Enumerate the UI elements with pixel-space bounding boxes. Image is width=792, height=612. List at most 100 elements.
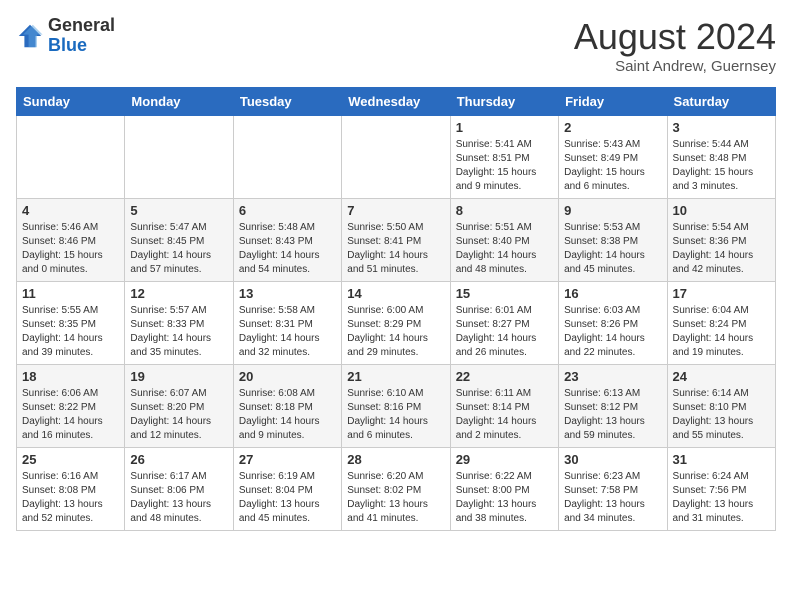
day-info: Sunrise: 6:11 AM Sunset: 8:14 PM Dayligh… [456,387,553,443]
calendar-cell: 12 Sunrise: 5:57 AM Sunset: 8:33 PM Dayli… [125,282,233,365]
location-subtitle: Saint Andrew, Guernsey [574,58,776,75]
day-info: Sunrise: 5:51 AM Sunset: 8:40 PM Dayligh… [456,221,553,277]
day-number: 26 [130,452,227,467]
page-header: General Blue August 2024 Saint Andrew, G… [16,16,776,75]
day-number: 22 [456,369,553,384]
day-info: Sunrise: 6:20 AM Sunset: 8:02 PM Dayligh… [347,470,444,526]
calendar-cell: 3Sunrise: 5:44 AM Sunset: 8:48 PM Daylig… [667,116,775,199]
calendar-cell: 2 Sunrise: 5:43 AM Sunset: 8:49 PM Daylig… [559,116,667,199]
calendar-cell: 5 Sunrise: 5:47 AM Sunset: 8:45 PM Daylig… [125,199,233,282]
logo-general: General [48,16,115,36]
day-number: 21 [347,369,444,384]
calendar-cell: 25 Sunrise: 6:16 AM Sunset: 8:08 PM Dayli… [17,448,125,531]
weekday-header: Tuesday [233,88,341,116]
calendar-cell: 9 Sunrise: 5:53 AM Sunset: 8:38 PM Daylig… [559,199,667,282]
calendar-cell: 14Sunrise: 6:00 AM Sunset: 8:29 PM Dayli… [342,282,450,365]
day-number: 10 [673,203,770,218]
day-number: 19 [130,369,227,384]
calendar-cell: 4 Sunrise: 5:46 AM Sunset: 8:46 PM Daylig… [17,199,125,282]
day-number: 11 [22,286,119,301]
calendar-cell: 10 Sunrise: 5:54 AM Sunset: 8:36 PM Dayli… [667,199,775,282]
day-info: Sunrise: 6:23 AM Sunset: 7:58 PM Dayligh… [564,470,661,526]
calendar-cell: 8Sunrise: 5:51 AM Sunset: 8:40 PM Daylig… [450,199,558,282]
calendar-cell: 13 Sunrise: 5:58 AM Sunset: 8:31 PM Dayli… [233,282,341,365]
weekday-header: Thursday [450,88,558,116]
calendar-cell: 1Sunrise: 5:41 AM Sunset: 8:51 PM Daylig… [450,116,558,199]
day-number: 29 [456,452,553,467]
day-number: 27 [239,452,336,467]
day-number: 13 [239,286,336,301]
day-number: 20 [239,369,336,384]
day-number: 1 [456,120,553,135]
day-info: Sunrise: 5:58 AM Sunset: 8:31 PM Dayligh… [239,304,336,360]
day-number: 28 [347,452,444,467]
day-number: 23 [564,369,661,384]
logo-text: General Blue [48,16,115,56]
day-info: Sunrise: 5:53 AM Sunset: 8:38 PM Dayligh… [564,221,661,277]
weekday-header: Wednesday [342,88,450,116]
logo-icon [16,22,44,50]
calendar-cell: 21 Sunrise: 6:10 AM Sunset: 8:16 PM Dayli… [342,365,450,448]
calendar-cell [17,116,125,199]
day-info: Sunrise: 6:22 AM Sunset: 8:00 PM Dayligh… [456,470,553,526]
day-number: 9 [564,203,661,218]
day-number: 15 [456,286,553,301]
day-info: Sunrise: 5:46 AM Sunset: 8:46 PM Dayligh… [22,221,119,277]
day-info: Sunrise: 5:43 AM Sunset: 8:49 PM Dayligh… [564,138,661,194]
calendar-week-row: 11 Sunrise: 5:55 AM Sunset: 8:35 PM Dayli… [17,282,776,365]
day-number: 31 [673,452,770,467]
weekday-header: Sunday [17,88,125,116]
calendar-cell: 31 Sunrise: 6:24 AM Sunset: 7:56 PM Dayli… [667,448,775,531]
day-number: 25 [22,452,119,467]
weekday-header: Friday [559,88,667,116]
calendar-cell: 19 Sunrise: 6:07 AM Sunset: 8:20 PM Dayli… [125,365,233,448]
day-info: Sunrise: 6:07 AM Sunset: 8:20 PM Dayligh… [130,387,227,443]
day-info: Sunrise: 6:19 AM Sunset: 8:04 PM Dayligh… [239,470,336,526]
day-info: Sunrise: 6:10 AM Sunset: 8:16 PM Dayligh… [347,387,444,443]
day-info: Sunrise: 5:57 AM Sunset: 8:33 PM Dayligh… [130,304,227,360]
day-info: Sunrise: 6:06 AM Sunset: 8:22 PM Dayligh… [22,387,119,443]
calendar-cell: 15Sunrise: 6:01 AM Sunset: 8:27 PM Dayli… [450,282,558,365]
day-info: Sunrise: 6:00 AM Sunset: 8:29 PM Dayligh… [347,304,444,360]
calendar-week-row: 25 Sunrise: 6:16 AM Sunset: 8:08 PM Dayli… [17,448,776,531]
calendar-cell: 23 Sunrise: 6:13 AM Sunset: 8:12 PM Dayli… [559,365,667,448]
day-info: Sunrise: 6:14 AM Sunset: 8:10 PM Dayligh… [673,387,770,443]
day-number: 12 [130,286,227,301]
day-number: 2 [564,120,661,135]
calendar-cell: 29 Sunrise: 6:22 AM Sunset: 8:00 PM Dayli… [450,448,558,531]
calendar-table: SundayMondayTuesdayWednesdayThursdayFrid… [16,87,776,531]
logo: General Blue [16,16,115,56]
day-number: 7 [347,203,444,218]
calendar-cell: 16Sunrise: 6:03 AM Sunset: 8:26 PM Dayli… [559,282,667,365]
calendar-cell [125,116,233,199]
calendar-cell: 27 Sunrise: 6:19 AM Sunset: 8:04 PM Dayli… [233,448,341,531]
day-info: Sunrise: 6:24 AM Sunset: 7:56 PM Dayligh… [673,470,770,526]
day-number: 5 [130,203,227,218]
day-info: Sunrise: 5:47 AM Sunset: 8:45 PM Dayligh… [130,221,227,277]
day-number: 17 [673,286,770,301]
day-info: Sunrise: 6:13 AM Sunset: 8:12 PM Dayligh… [564,387,661,443]
day-info: Sunrise: 6:08 AM Sunset: 8:18 PM Dayligh… [239,387,336,443]
calendar-cell: 20 Sunrise: 6:08 AM Sunset: 8:18 PM Dayli… [233,365,341,448]
calendar-cell: 22 Sunrise: 6:11 AM Sunset: 8:14 PM Dayli… [450,365,558,448]
calendar-header-row: SundayMondayTuesdayWednesdayThursdayFrid… [17,88,776,116]
day-number: 18 [22,369,119,384]
logo-blue: Blue [48,36,115,56]
calendar-cell: 17 Sunrise: 6:04 AM Sunset: 8:24 PM Dayli… [667,282,775,365]
calendar-week-row: 18 Sunrise: 6:06 AM Sunset: 8:22 PM Dayli… [17,365,776,448]
weekday-header: Monday [125,88,233,116]
calendar-cell: 26 Sunrise: 6:17 AM Sunset: 8:06 PM Dayli… [125,448,233,531]
day-info: Sunrise: 6:04 AM Sunset: 8:24 PM Dayligh… [673,304,770,360]
calendar-cell: 7Sunrise: 5:50 AM Sunset: 8:41 PM Daylig… [342,199,450,282]
day-info: Sunrise: 6:03 AM Sunset: 8:26 PM Dayligh… [564,304,661,360]
day-info: Sunrise: 5:55 AM Sunset: 8:35 PM Dayligh… [22,304,119,360]
day-number: 3 [673,120,770,135]
day-info: Sunrise: 5:48 AM Sunset: 8:43 PM Dayligh… [239,221,336,277]
calendar-cell: 30Sunrise: 6:23 AM Sunset: 7:58 PM Dayli… [559,448,667,531]
day-info: Sunrise: 6:16 AM Sunset: 8:08 PM Dayligh… [22,470,119,526]
calendar-week-row: 4 Sunrise: 5:46 AM Sunset: 8:46 PM Daylig… [17,199,776,282]
calendar-cell [342,116,450,199]
day-info: Sunrise: 5:54 AM Sunset: 8:36 PM Dayligh… [673,221,770,277]
day-number: 4 [22,203,119,218]
day-info: Sunrise: 6:17 AM Sunset: 8:06 PM Dayligh… [130,470,227,526]
